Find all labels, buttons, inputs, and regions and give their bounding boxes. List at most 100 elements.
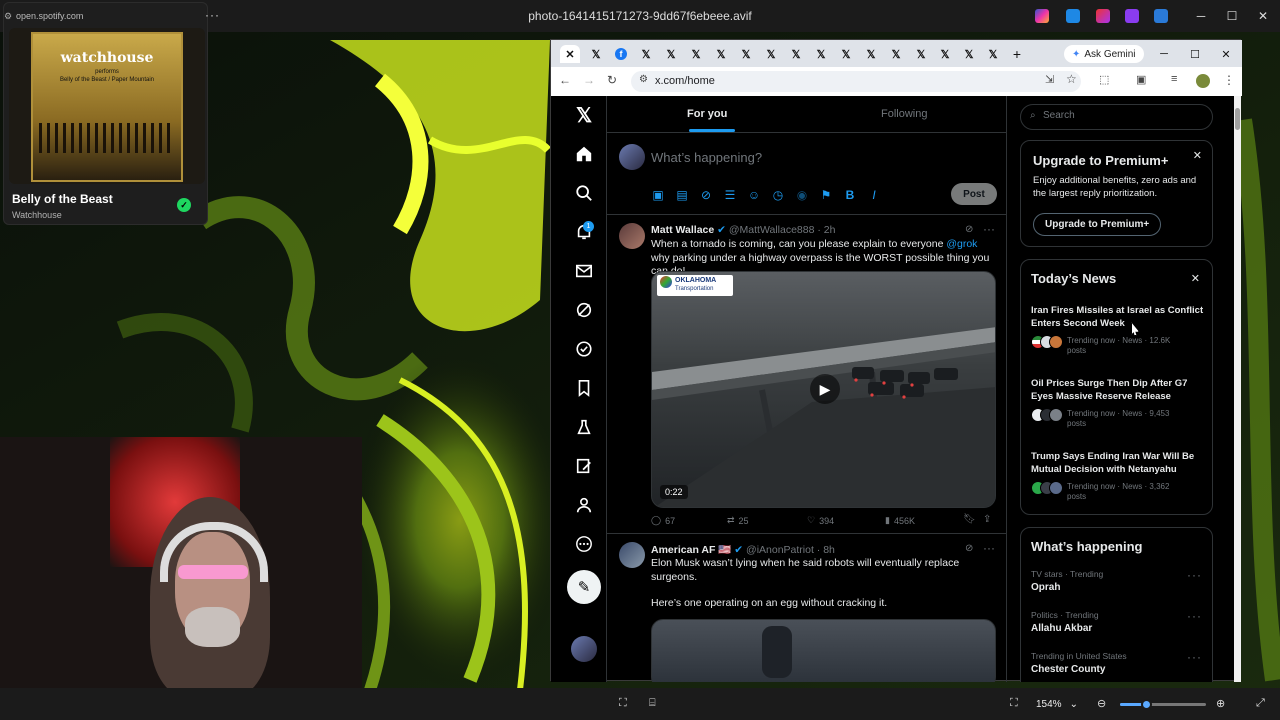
more-icon[interactable] [571, 531, 597, 557]
x-tab[interactable]: 𝕏 [636, 45, 656, 63]
bookmarks-icon[interactable] [571, 375, 597, 401]
tweet-video[interactable]: OKLAHOMA Transportation ▶ 0:22 [651, 271, 996, 508]
new-tab-button[interactable]: + [1007, 45, 1027, 63]
news-item[interactable]: Trump Says Ending Iran War Will Be Mutua… [1031, 451, 1211, 517]
x-tab[interactable]: 𝕏 [736, 45, 756, 63]
more-icon[interactable]: ··· [1187, 650, 1202, 664]
more-icon[interactable]: ··· [205, 8, 220, 22]
x-logo-icon[interactable]: 𝕏 [571, 102, 597, 128]
menu-icon[interactable]: ⋮ [1223, 73, 1235, 87]
zoom-out-icon[interactable]: ⊖ [1097, 697, 1106, 710]
close-icon[interactable]: ✕ [1191, 272, 1200, 285]
x-tab[interactable]: 𝕏 [586, 45, 606, 63]
install-icon[interactable]: ⇲ [1045, 73, 1054, 86]
repost-button[interactable]: ⇄ 25 [727, 515, 749, 526]
image-icon[interactable]: ▣ [651, 188, 665, 202]
tweet-handle[interactable]: @MattWallace888 · 2h [729, 224, 836, 236]
tweet[interactable]: American AF 🇺🇸 ✔ @iAnonPatriot · 8h ⊘ ··… [607, 534, 1006, 682]
profile-avatar[interactable] [1196, 74, 1210, 88]
artist-name[interactable]: Watchhouse [12, 210, 62, 220]
bold-icon[interactable]: B [843, 188, 857, 202]
italic-icon[interactable]: I [867, 188, 881, 202]
more-icon[interactable]: ··· [983, 222, 995, 236]
zoom-dropdown[interactable]: 154% ⌄ [1030, 694, 1084, 714]
site-info-icon[interactable]: ⚙ [639, 74, 648, 85]
compose-input[interactable]: What’s happening? [651, 150, 762, 165]
share-icon[interactable]: ⇪ [983, 514, 991, 525]
zoom-in-icon[interactable]: ⊕ [1216, 697, 1225, 710]
account-avatar[interactable] [571, 636, 597, 662]
jobs-icon[interactable] [571, 414, 597, 440]
url-text[interactable]: x.com/home [655, 75, 715, 87]
media-icon[interactable]: ≡ [1171, 73, 1177, 85]
x-tab[interactable]: 𝕏 [811, 45, 831, 63]
location-icon[interactable]: ◉ [795, 188, 809, 202]
tweet[interactable]: Matt Wallace ✔ @MattWallace888 · 2h ⊘ ··… [607, 215, 1006, 533]
tab-following[interactable]: Following [881, 108, 927, 120]
messages-icon[interactable] [571, 258, 597, 284]
cloud-icon[interactable] [1154, 9, 1168, 23]
search-icon[interactable] [571, 180, 597, 206]
app-icon[interactable] [1096, 9, 1110, 23]
upgrade-premium-button[interactable]: Upgrade to Premium+ [1033, 213, 1162, 236]
like-button[interactable]: ♡ 394 [807, 515, 834, 526]
close-icon[interactable]: ✕ [1193, 149, 1202, 162]
fullscreen-icon[interactable]: ⤢ [1256, 697, 1265, 710]
x-tab[interactable]: 𝕏 [911, 45, 931, 63]
close-window-button[interactable]: ✕ [1216, 45, 1236, 63]
trend-item[interactable]: TV stars · Trending Oprah [1031, 569, 1206, 593]
active-tab[interactable]: ✕ [560, 45, 580, 63]
zoom-slider[interactable] [1120, 699, 1206, 710]
x-tab[interactable]: 𝕏 [886, 45, 906, 63]
bookmark-icon[interactable]: 🔖︎ [963, 514, 976, 525]
crop-icon[interactable]: ⛶ [619, 697, 627, 710]
articles-icon[interactable] [571, 453, 597, 479]
poll-icon[interactable]: ☰ [723, 188, 737, 202]
compose-post-button[interactable]: ✎ [567, 570, 601, 604]
x-tab[interactable]: 𝕏 [686, 45, 706, 63]
mention-link[interactable]: @grok [946, 238, 977, 250]
browser-window[interactable]: ✕ 𝕏 f 𝕏 𝕏 𝕏 𝕏 𝕏 𝕏 𝕏 𝕏 𝕏 𝕏 𝕏 𝕏 𝕏 𝕏 𝕏 + ✦ A… [550, 39, 1242, 682]
scrollbar[interactable] [1234, 96, 1241, 682]
tweet-author[interactable]: Matt Wallace [651, 224, 714, 236]
trend-item[interactable]: Politics · Trending Allahu Akbar [1031, 610, 1206, 634]
more-icon[interactable]: ··· [1187, 568, 1202, 582]
trend-item[interactable]: Trending in United States Chester County [1031, 651, 1206, 675]
reply-button[interactable]: ◯ 67 [651, 515, 675, 526]
track-title[interactable]: Belly of the Beast [12, 192, 113, 206]
gif-icon[interactable]: ▤ [675, 188, 689, 202]
tweet-avatar[interactable] [619, 223, 645, 249]
x-tab[interactable]: 𝕏 [935, 45, 955, 63]
x-tab[interactable]: 𝕏 [983, 45, 1003, 63]
flag-icon[interactable]: ⚑ [819, 188, 833, 202]
views-button[interactable]: ▮ 456K [885, 515, 915, 526]
saved-check-icon[interactable]: ✓ [177, 198, 191, 212]
facebook-tab[interactable]: f [611, 45, 631, 63]
grok-icon[interactable]: ⊘ [699, 188, 713, 202]
fit-icon[interactable]: ⛶ [1010, 697, 1018, 710]
more-icon[interactable]: ··· [983, 541, 995, 555]
maximize-button[interactable]: ☐ [1185, 45, 1205, 63]
app-icon[interactable] [1125, 9, 1139, 23]
x-tab[interactable]: 𝕏 [959, 45, 979, 63]
profile-icon[interactable] [571, 492, 597, 518]
scrollbar-thumb[interactable] [1235, 108, 1240, 130]
post-button[interactable]: Post [951, 183, 997, 205]
news-item[interactable]: Iran Fires Missiles at Israel as Conflic… [1031, 305, 1211, 371]
maximize-button[interactable]: ☐ [1215, 0, 1249, 32]
minimize-button[interactable]: ─ [1154, 45, 1174, 63]
ocr-icon[interactable]: ⌸ [649, 697, 656, 710]
x-tab[interactable]: 𝕏 [711, 45, 731, 63]
x-tab[interactable]: 𝕏 [836, 45, 856, 63]
tweet-author[interactable]: American AF 🇺🇸 [651, 544, 731, 556]
reload-icon[interactable]: ↻ [607, 73, 617, 87]
x-tab[interactable]: 𝕏 [861, 45, 881, 63]
tab-for-you[interactable]: For you [687, 108, 727, 120]
schedule-icon[interactable]: ◷ [771, 188, 785, 202]
back-icon[interactable]: ← [559, 73, 571, 87]
x-tab[interactable]: 𝕏 [786, 45, 806, 63]
copilot-icon[interactable] [1035, 9, 1049, 23]
app-icon[interactable] [1066, 9, 1080, 23]
extensions-icon[interactable]: ⬚ [1099, 73, 1109, 86]
news-item[interactable]: Oil Prices Surge Then Dip After G7 Eyes … [1031, 378, 1211, 444]
